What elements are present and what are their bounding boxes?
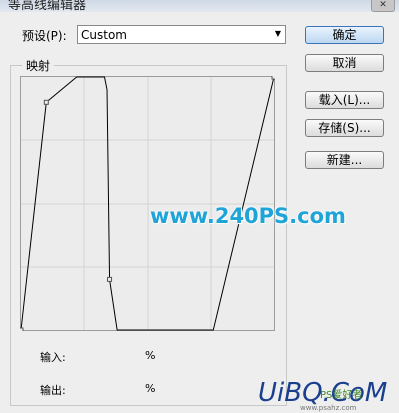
preset-value: Custom (81, 28, 127, 42)
preset-dropdown[interactable]: Custom ▼ (77, 25, 286, 44)
title-bar: 等高线编辑器 ✕ (0, 0, 399, 12)
tag-watermark: PS爱好者 (320, 390, 363, 401)
curve-point[interactable] (43, 99, 49, 105)
curve-point[interactable] (107, 276, 113, 282)
url-watermark: www.psahz.com (300, 404, 357, 412)
site-watermark: www.240PS.com (150, 204, 346, 228)
preset-label: 预设(P): (22, 29, 67, 43)
curve-point[interactable] (271, 76, 275, 80)
input-unit: % (145, 349, 156, 362)
output-unit: % (145, 382, 156, 395)
mapping-label: 映射 (22, 57, 55, 74)
cancel-button[interactable]: 取消 (305, 54, 384, 72)
input-label: 输入: (40, 351, 66, 364)
save-button[interactable]: 存储(S)... (305, 119, 384, 137)
chevron-down-icon: ▼ (274, 29, 281, 38)
close-icon[interactable]: ✕ (371, 0, 395, 12)
output-label: 输出: (40, 384, 66, 397)
curve-point[interactable] (20, 327, 24, 331)
new-button[interactable]: 新建... (305, 151, 384, 169)
load-button[interactable]: 载入(L)... (305, 91, 384, 109)
ok-button[interactable]: 确定 (305, 26, 384, 44)
window-title: 等高线编辑器 (8, 0, 87, 12)
